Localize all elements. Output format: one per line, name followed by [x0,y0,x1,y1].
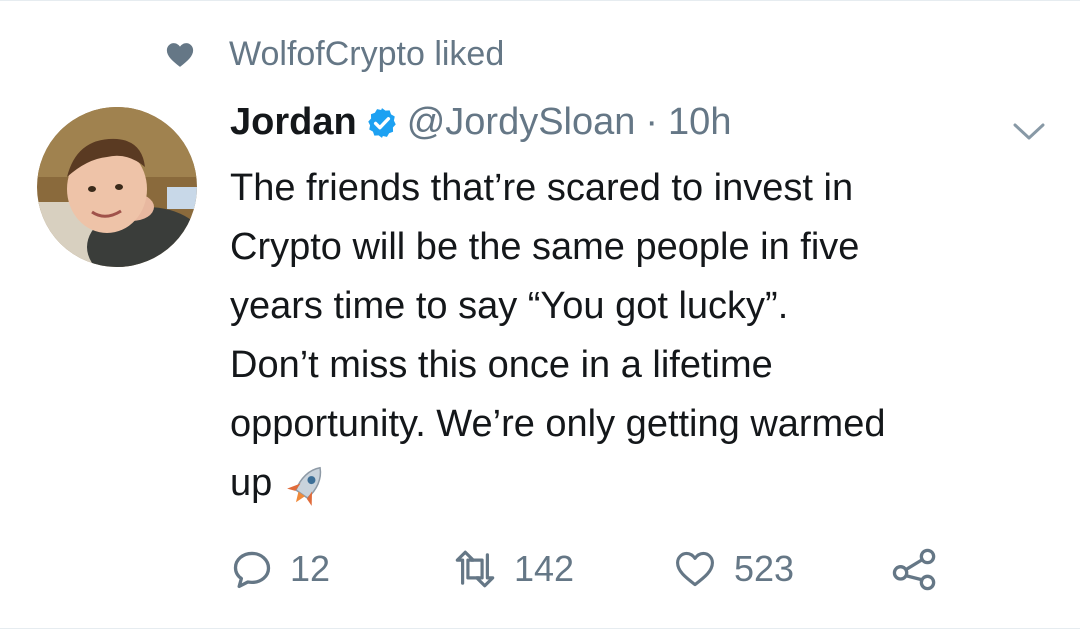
social-context: WolfofCrypto liked [165,35,504,74]
heart-icon [165,40,195,70]
tweet-header: Jordan @JordySloan · 10h [230,101,731,144]
tweet-text: The friends that’re scared to invest in … [230,159,1030,513]
reply-count: 12 [290,548,331,589]
share-icon [890,545,940,593]
rocket-emoji [282,462,334,508]
tweet-text-line: up [230,462,273,504]
display-name[interactable]: Jordan [230,101,357,144]
reply-icon [230,547,274,591]
verified-badge-icon [365,106,399,140]
like-button[interactable]: 523 [672,541,794,597]
retweet-count: 142 [514,548,575,589]
tweet-text-last-line: up [230,454,1030,513]
chevron-down-icon[interactable] [1011,119,1047,143]
tweet-text-line: The friends that’re scared to invest in [230,167,854,209]
social-context-text[interactable]: WolfofCrypto liked [229,35,504,74]
like-count: 523 [734,548,795,589]
like-heart-icon [672,547,718,591]
tweet-card[interactable]: WolfofCrypto liked Jordan @JordySloan · … [0,0,1080,629]
tweet-text-line: years time to say “You got lucky”. [230,285,789,327]
avatar[interactable] [37,107,197,267]
tweet-text-line: Don’t miss this once in a lifetime [230,344,773,386]
share-button[interactable] [890,541,940,597]
timestamp[interactable]: 10h [668,101,731,144]
user-handle[interactable]: @JordySloan [407,101,636,144]
tweet-text-line: opportunity. We’re only getting warmed [230,403,886,445]
reply-button[interactable]: 12 [230,541,330,597]
tweet-text-line: Crypto will be the same people in five [230,226,860,268]
retweet-button[interactable]: 142 [452,541,574,597]
retweet-icon [452,547,498,591]
separator-dot: · [645,101,659,143]
